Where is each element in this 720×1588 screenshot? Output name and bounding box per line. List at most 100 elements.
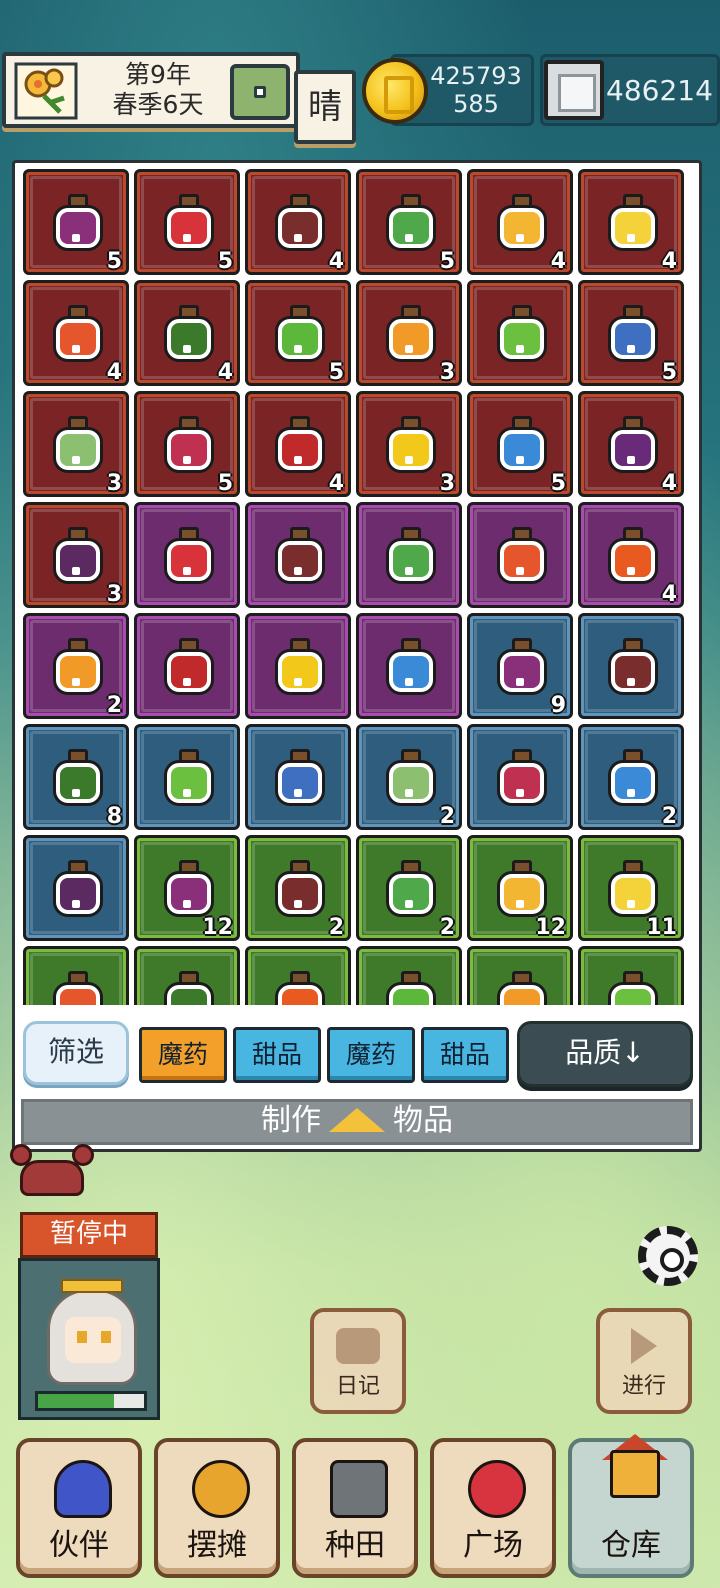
inventory-slot[interactable] (23, 946, 129, 1005)
item-count: 2 (439, 804, 455, 829)
potion-icon (52, 638, 104, 694)
proceed-label: 进行 (621, 1374, 666, 1399)
potion-icon (496, 527, 548, 583)
inventory-slot[interactable]: 3 (23, 391, 129, 497)
gem-amount: 486214 (606, 74, 713, 107)
gold-coin-icon (362, 58, 428, 124)
inventory-slot[interactable] (23, 835, 129, 941)
house-icon (610, 1450, 660, 1498)
item-count: 3 (439, 471, 455, 496)
inventory-grid: 5 5 4 5 4 4 4 4 5 3 5 3 5 4 3 5 4 3 4 2 9 8 2 2 12 2 2 12 11 (23, 169, 691, 1005)
inventory-slot[interactable]: 8 (23, 724, 129, 830)
inventory-slot[interactable] (578, 613, 684, 719)
inventory-slot[interactable] (245, 724, 351, 830)
inventory-slot[interactable]: 3 (356, 280, 462, 386)
inventory-slot[interactable]: 5 (245, 280, 351, 386)
item-count: 4 (661, 582, 677, 607)
inventory-slot[interactable] (134, 613, 240, 719)
character-face (65, 1317, 121, 1363)
inventory-slot[interactable]: 5 (467, 391, 573, 497)
nav-stall-button[interactable]: 摆摊 (154, 1438, 280, 1578)
nav-partners-label: 伙伴 (49, 1528, 109, 1563)
inventory-slot[interactable]: 5 (356, 169, 462, 275)
inventory-slot[interactable]: 2 (245, 835, 351, 941)
filter-button[interactable]: 筛选 (23, 1021, 129, 1085)
stamina-bar-fill (38, 1394, 115, 1408)
inventory-slot[interactable]: 3 (356, 391, 462, 497)
item-count: 5 (439, 249, 455, 274)
inventory-slot[interactable]: 2 (356, 835, 462, 941)
item-count: 4 (328, 249, 344, 274)
inventory-slot[interactable] (467, 280, 573, 386)
chip-dessert-1[interactable]: 甜品 (233, 1027, 321, 1083)
inventory-slot[interactable] (467, 946, 573, 1005)
inventory-slot[interactable]: 5 (23, 169, 129, 275)
potion-icon (163, 638, 215, 694)
inventory-slot[interactable] (134, 946, 240, 1005)
item-count: 3 (106, 471, 122, 496)
inventory-slot[interactable]: 11 (578, 835, 684, 941)
proceed-button[interactable]: 进行 (596, 1308, 692, 1414)
nav-partners-button[interactable]: 伙伴 (16, 1438, 142, 1578)
inventory-slot[interactable]: 4 (578, 169, 684, 275)
chip-potion-2[interactable]: 魔药 (327, 1027, 415, 1083)
stall-icon (192, 1460, 250, 1518)
inventory-slot[interactable]: 4 (134, 280, 240, 386)
inventory-slot[interactable]: 4 (245, 169, 351, 275)
item-count: 2 (106, 693, 122, 718)
item-count: 5 (328, 360, 344, 385)
nav-storage-button[interactable]: 仓库 (568, 1434, 694, 1578)
inventory-slot[interactable]: 12 (467, 835, 573, 941)
chip-potion-1[interactable]: 魔药 (139, 1027, 227, 1083)
date-panel: 第9年 春季6天 (2, 52, 300, 128)
time-toggle-button[interactable] (230, 64, 290, 120)
potion-icon (385, 638, 437, 694)
nav-farming-button[interactable]: 种田 (292, 1438, 418, 1578)
gear-icon[interactable] (638, 1226, 698, 1286)
inventory-slot[interactable] (467, 724, 573, 830)
item-count: 9 (550, 693, 566, 718)
sort-quality-button[interactable]: 品质↓ (517, 1021, 693, 1087)
inventory-slot[interactable] (134, 724, 240, 830)
nav-plaza-button[interactable]: 广场 (430, 1438, 556, 1578)
chip-dessert-2[interactable]: 甜品 (421, 1027, 509, 1083)
inventory-slot[interactable]: 4 (467, 169, 573, 275)
inventory-slot[interactable]: 4 (23, 280, 129, 386)
inventory-slot[interactable] (467, 502, 573, 608)
inventory-slot[interactable]: 5 (134, 391, 240, 497)
character-eye-right (101, 1331, 111, 1343)
item-count: 4 (550, 249, 566, 274)
watering-can-icon (330, 1460, 388, 1518)
inventory-slot[interactable] (245, 502, 351, 608)
craft-toggle-bar[interactable]: 制作 物品 (21, 1099, 693, 1145)
inventory-slot[interactable]: 4 (578, 502, 684, 608)
inventory-slot[interactable] (245, 613, 351, 719)
item-count: 3 (106, 582, 122, 607)
potion-icon (163, 971, 215, 1005)
potion-icon (496, 638, 548, 694)
nav-storage-label: 仓库 (601, 1528, 661, 1563)
inventory-scroll-area[interactable]: 5 5 4 5 4 4 4 4 5 3 5 3 5 4 3 5 4 3 4 2 9 8 2 2 12 2 2 12 11 (23, 169, 691, 1005)
inventory-slot[interactable]: 12 (134, 835, 240, 941)
inventory-slot[interactable]: 2 (578, 724, 684, 830)
nav-plaza-label: 广场 (463, 1528, 523, 1563)
inventory-slot[interactable]: 2 (356, 724, 462, 830)
item-count: 5 (661, 360, 677, 385)
inventory-slot[interactable] (356, 946, 462, 1005)
inventory-slot[interactable]: 2 (23, 613, 129, 719)
inventory-slot[interactable]: 4 (245, 391, 351, 497)
inventory-slot[interactable]: 5 (134, 169, 240, 275)
inventory-slot[interactable]: 3 (23, 502, 129, 608)
fast-forward-icon (631, 1328, 657, 1364)
inventory-slot[interactable] (356, 613, 462, 719)
inventory-slot[interactable]: 9 (467, 613, 573, 719)
flower-icon (14, 62, 78, 120)
inventory-slot[interactable]: 5 (578, 280, 684, 386)
inventory-slot[interactable]: 4 (578, 391, 684, 497)
diary-button[interactable]: 日记 (310, 1308, 406, 1414)
inventory-slot[interactable] (356, 502, 462, 608)
inventory-slot[interactable] (245, 946, 351, 1005)
character-portrait[interactable] (18, 1258, 160, 1420)
inventory-slot[interactable] (578, 946, 684, 1005)
inventory-slot[interactable] (134, 502, 240, 608)
